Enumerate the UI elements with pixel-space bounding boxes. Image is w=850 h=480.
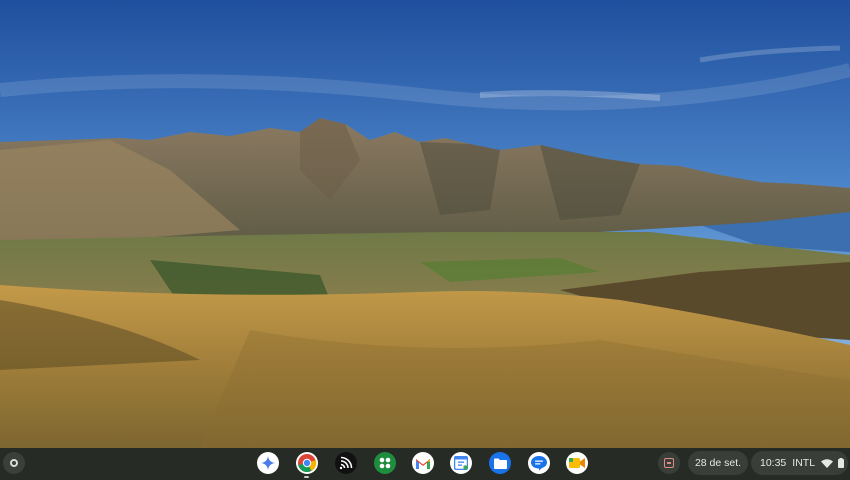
files-folder-icon xyxy=(493,458,507,469)
ime-indicator: INTL xyxy=(792,457,816,469)
gmail-icon xyxy=(416,458,430,469)
battery-icon xyxy=(838,458,845,468)
gmail-app-button[interactable] xyxy=(412,452,434,474)
apps-app-button[interactable] xyxy=(374,452,396,474)
clock-time: 10:35 xyxy=(760,457,787,469)
messages-app-button[interactable] xyxy=(528,452,550,474)
status-area-button[interactable]: 10:35 INTL xyxy=(751,451,848,475)
cast-app-button[interactable] xyxy=(335,452,357,474)
date-label: 28 de set. xyxy=(694,457,742,469)
launcher-button[interactable] xyxy=(3,452,25,474)
launcher-circle-icon xyxy=(10,459,18,467)
gemini-app-button[interactable] xyxy=(257,452,279,474)
chrome-icon xyxy=(298,454,317,473)
files-app-button[interactable] xyxy=(489,452,511,474)
holding-space-icon xyxy=(664,458,674,468)
messages-icon xyxy=(531,456,547,471)
chrome-running-indicator xyxy=(304,476,309,478)
wifi-icon xyxy=(821,458,834,468)
date-tray-button[interactable]: 28 de set. xyxy=(688,451,748,475)
cast-icon xyxy=(339,456,353,470)
chrome-app-button[interactable] xyxy=(296,452,318,474)
holding-space-button[interactable] xyxy=(658,452,680,474)
calendar-icon xyxy=(454,456,468,470)
gemini-star-icon xyxy=(261,456,275,470)
calendar-app-button[interactable] xyxy=(450,452,472,474)
meet-camera-icon xyxy=(569,458,585,468)
meet-app-button[interactable] xyxy=(566,452,588,474)
desktop-wallpaper xyxy=(0,0,850,448)
apps-grid-icon xyxy=(379,457,391,469)
